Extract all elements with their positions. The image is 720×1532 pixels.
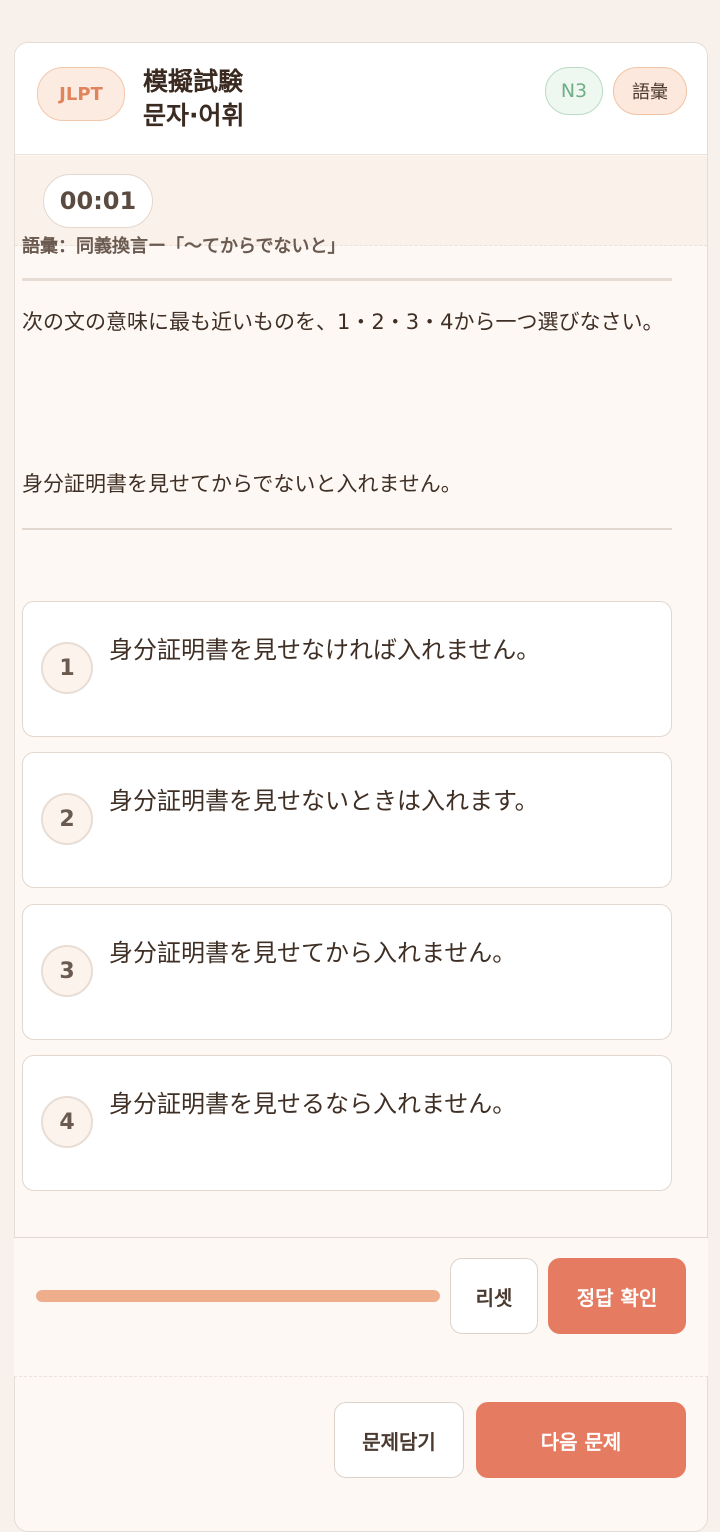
- option-text: 身分証明書を見せてから入れません。: [109, 939, 517, 967]
- category-badge: 語彙: [613, 67, 687, 115]
- level-badge: N3: [545, 67, 603, 115]
- jlpt-badge: JLPT: [37, 67, 125, 121]
- timer-display: 00:01: [43, 174, 153, 228]
- question-sentence: 身分証明書を見せてからでないと入れません。: [22, 472, 462, 496]
- next-question-button[interactable]: 다음 문제: [476, 1402, 686, 1478]
- option-text: 身分証明書を見せなければ入れません。: [109, 636, 541, 664]
- progress-fill: [36, 1290, 440, 1302]
- option-text: 身分証明書を見せるなら入れません。: [109, 1090, 517, 1118]
- save-question-button[interactable]: 문제담기: [334, 1402, 464, 1478]
- section-label: 語彙：同義換言ー「〜てからでないと」: [22, 236, 346, 257]
- reset-button[interactable]: 리셋: [450, 1258, 538, 1334]
- title-line-1: 模擬試験: [143, 67, 244, 96]
- quiz-header: JLPT 模擬試験 문자·어휘 N3 語彙: [15, 43, 707, 155]
- answer-option-4[interactable]: 4 身分証明書を見せるなら入れません。: [22, 1055, 672, 1191]
- option-number-badge: 3: [41, 945, 93, 997]
- sentence-divider: [22, 528, 672, 530]
- section-divider: [22, 278, 672, 281]
- answer-option-1[interactable]: 1 身分証明書を見せなければ入れません。: [22, 601, 672, 737]
- check-answer-button[interactable]: 정답 확인: [548, 1258, 686, 1334]
- action-bar: 리셋 정답 확인: [14, 1237, 708, 1377]
- page-title: 模擬試験 문자·어휘: [143, 65, 245, 133]
- option-number-badge: 2: [41, 793, 93, 845]
- option-number-badge: 4: [41, 1096, 93, 1148]
- progress-bar: [36, 1290, 440, 1302]
- answer-option-3[interactable]: 3 身分証明書を見せてから入れません。: [22, 904, 672, 1040]
- option-number-badge: 1: [41, 642, 93, 694]
- question-instruction: 次の文の意味に最も近いものを、1・2・3・4から一つ選びなさい。: [22, 310, 664, 334]
- answer-option-2[interactable]: 2 身分証明書を見せないときは入れます。: [22, 752, 672, 888]
- title-line-2: 문자·어휘: [143, 101, 245, 130]
- option-text: 身分証明書を見せないときは入れます。: [109, 787, 539, 815]
